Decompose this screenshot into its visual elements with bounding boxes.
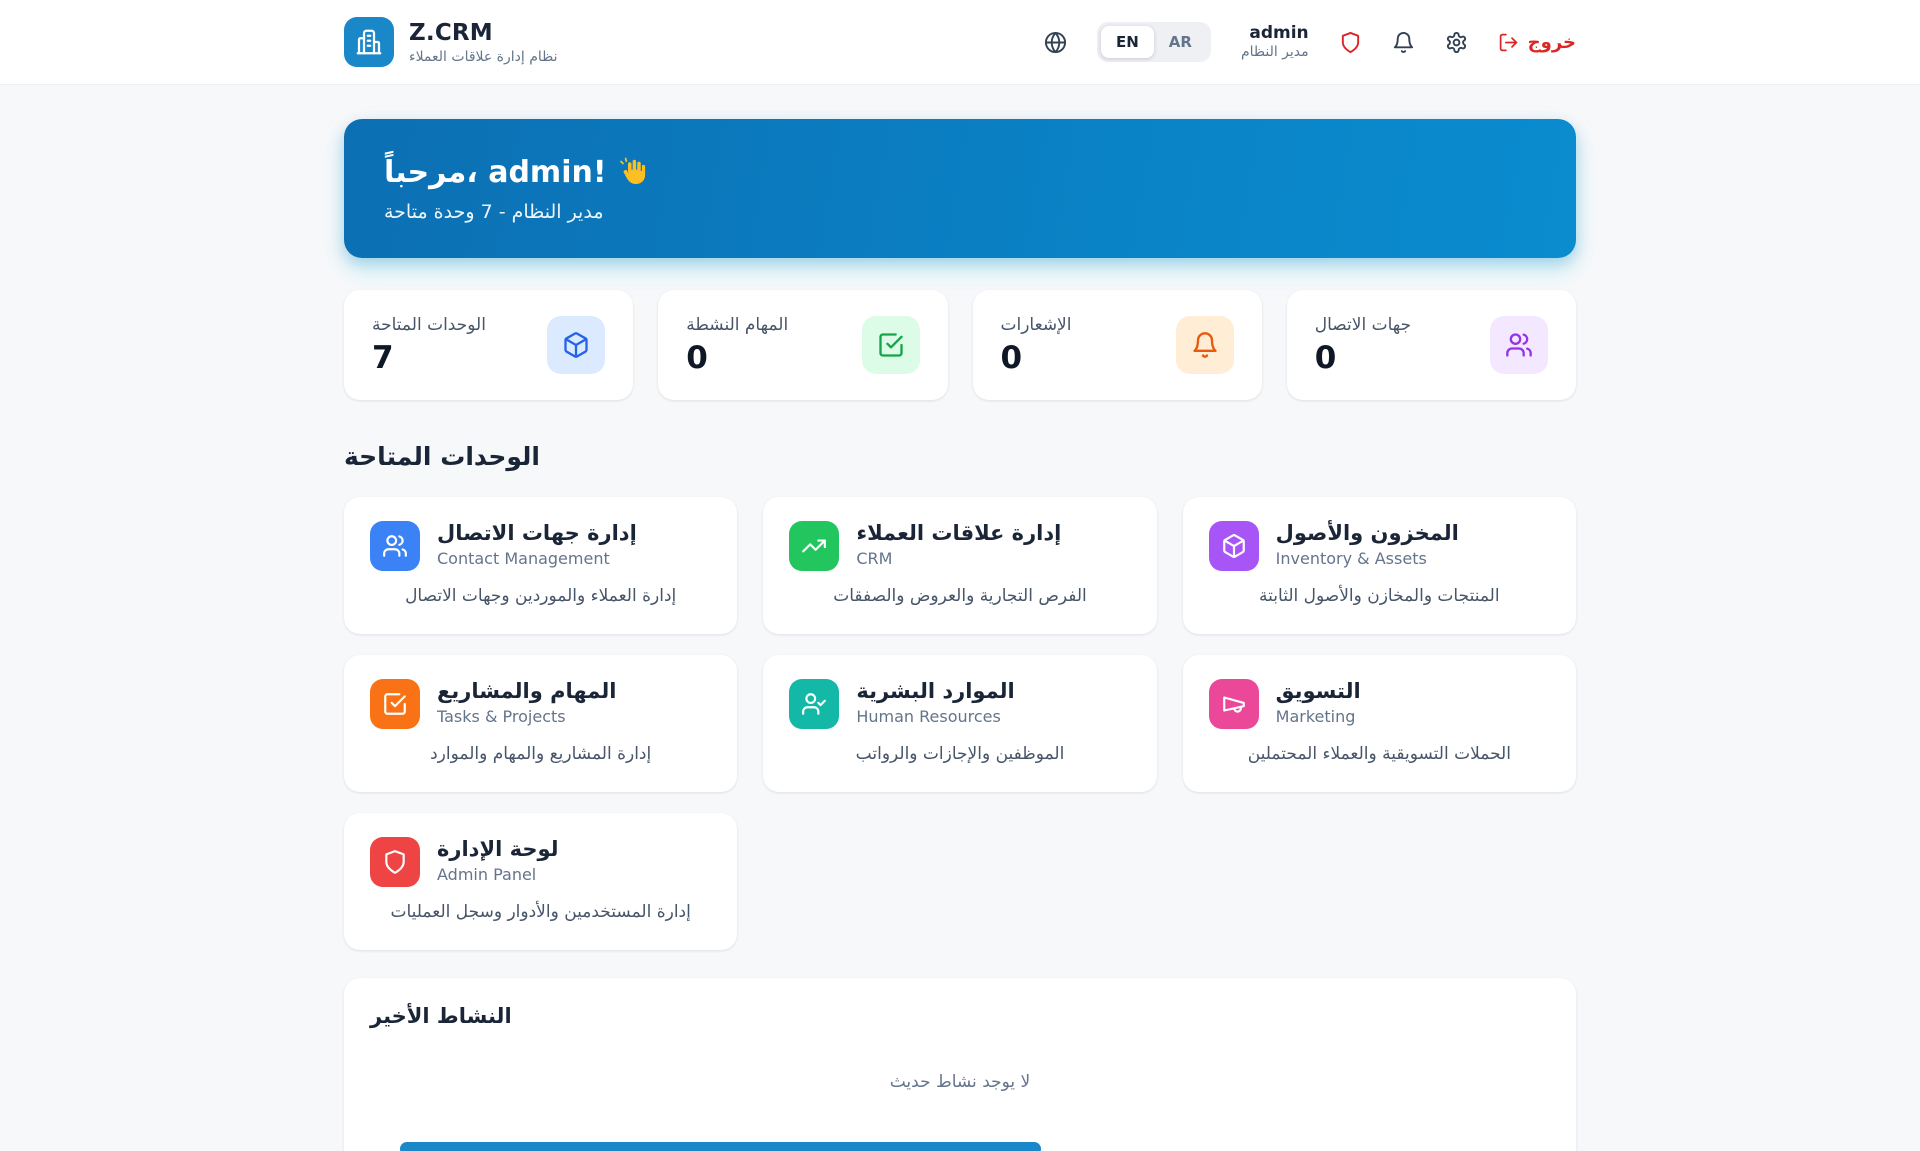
- package-icon: [547, 316, 605, 374]
- check-square-icon: [862, 316, 920, 374]
- modules-section-title: الوحدات المتاحة: [344, 442, 1576, 471]
- stat-card-notifications: الإشعارات 0: [973, 290, 1262, 400]
- stat-label: الإشعارات: [1001, 315, 1072, 335]
- stat-value: 0: [686, 340, 788, 376]
- logout-icon: [1498, 32, 1519, 53]
- module-title: إدارة علاقات العملاء: [856, 521, 1061, 545]
- module-description: الحملات التسويقية والعملاء المحتملين: [1209, 744, 1550, 764]
- module-title: التسويق: [1276, 679, 1361, 703]
- bell-icon: [1176, 316, 1234, 374]
- wave-emoji-icon: [619, 157, 649, 187]
- shield-icon[interactable]: [1339, 31, 1362, 54]
- lang-ar-button[interactable]: AR: [1154, 26, 1207, 58]
- activity-empty-message: لا يوجد نشاط حديث: [370, 1028, 1550, 1148]
- trending-up-icon: [789, 521, 839, 571]
- bell-icon[interactable]: [1392, 31, 1415, 54]
- module-description: إدارة المستخدمين والأدوار وسجل العمليات: [370, 902, 711, 922]
- check-square-icon: [370, 679, 420, 729]
- welcome-title: مرحباً، admin!: [384, 155, 607, 190]
- stat-label: المهام النشطة: [686, 315, 788, 335]
- module-card-contacts[interactable]: إدارة جهات الاتصال Contact Management إد…: [344, 497, 737, 634]
- logout-label: خروج: [1528, 32, 1576, 53]
- users-icon: [370, 521, 420, 571]
- module-subtitle: Marketing: [1276, 707, 1361, 726]
- building-icon: [344, 17, 394, 67]
- stat-card-tasks: المهام النشطة 0: [658, 290, 947, 400]
- activity-title: النشاط الأخير: [370, 1004, 1550, 1028]
- module-subtitle: CRM: [856, 549, 1061, 568]
- language-toggle: EN AR: [1097, 22, 1211, 62]
- globe-icon[interactable]: [1044, 31, 1067, 54]
- module-title: لوحة الإدارة: [437, 837, 559, 861]
- module-description: المنتجات والمخازن والأصول الثابتة: [1209, 586, 1550, 606]
- users-icon: [1490, 316, 1548, 374]
- stat-card-contacts: جهات الاتصال 0: [1287, 290, 1576, 400]
- module-subtitle: Tasks & Projects: [437, 707, 616, 726]
- modules-grid: إدارة جهات الاتصال Contact Management إد…: [344, 497, 1576, 950]
- module-description: الفرص التجارية والعروض والصفقات: [789, 586, 1130, 606]
- user-role: مدير النظام: [1241, 44, 1309, 62]
- module-card-inventory[interactable]: المخزون والأصول Inventory & Assets المنت…: [1183, 497, 1576, 634]
- app-subtitle: نظام إدارة علاقات العملاء: [409, 49, 558, 65]
- user-info: admin مدير النظام: [1241, 23, 1309, 62]
- module-title: المخزون والأصول: [1276, 521, 1459, 545]
- brand: Z.CRM نظام إدارة علاقات العملاء: [344, 17, 558, 67]
- user-check-icon: [789, 679, 839, 729]
- stat-value: 0: [1001, 340, 1072, 376]
- logout-button[interactable]: خروج: [1498, 32, 1576, 53]
- package-icon: [1209, 521, 1259, 571]
- app-header: Z.CRM نظام إدارة علاقات العملاء EN AR ad…: [0, 0, 1920, 85]
- stat-card-modules: الوحدات المتاحة 7: [344, 290, 633, 400]
- stats-row: الوحدات المتاحة 7 المهام النشطة 0: [344, 290, 1576, 400]
- stat-label: جهات الاتصال: [1315, 315, 1411, 335]
- settings-icon[interactable]: [1445, 31, 1468, 54]
- module-description: إدارة العملاء والموردين وجهات الاتصال: [370, 586, 711, 606]
- module-description: الموظفين والإجازات والرواتب: [789, 744, 1130, 764]
- lang-en-button[interactable]: EN: [1101, 26, 1154, 58]
- module-card-hr[interactable]: الموارد البشرية Human Resources الموظفين…: [763, 655, 1156, 792]
- module-subtitle: Contact Management: [437, 549, 637, 568]
- module-subtitle: Human Resources: [856, 707, 1014, 726]
- welcome-banner: مرحباً، admin! مدير النظام - 7 وحدة متاح…: [344, 119, 1576, 258]
- app-title: Z.CRM: [409, 20, 558, 46]
- module-description: إدارة المشاريع والمهام والموارد: [370, 744, 711, 764]
- module-card-marketing[interactable]: التسويق Marketing الحملات التسويقية والع…: [1183, 655, 1576, 792]
- module-card-crm[interactable]: إدارة علاقات العملاء CRM الفرص التجارية …: [763, 497, 1156, 634]
- module-card-tasks[interactable]: المهام والمشاريع Tasks & Projects إدارة …: [344, 655, 737, 792]
- module-title: المهام والمشاريع: [437, 679, 616, 703]
- stat-value: 7: [372, 340, 486, 376]
- module-card-admin[interactable]: لوحة الإدارة Admin Panel إدارة المستخدمي…: [344, 813, 737, 950]
- user-name: admin: [1241, 23, 1309, 44]
- welcome-subtitle: مدير النظام - 7 وحدة متاحة: [384, 201, 1536, 223]
- module-title: إدارة جهات الاتصال: [437, 521, 637, 545]
- shield-icon: [370, 837, 420, 887]
- megaphone-icon: [1209, 679, 1259, 729]
- module-subtitle: Inventory & Assets: [1276, 549, 1459, 568]
- partial-bottom-banner: [400, 1142, 1041, 1151]
- module-subtitle: Admin Panel: [437, 865, 559, 884]
- stat-value: 0: [1315, 340, 1411, 376]
- module-title: الموارد البشرية: [856, 679, 1014, 703]
- stat-label: الوحدات المتاحة: [372, 315, 486, 335]
- recent-activity-card: النشاط الأخير لا يوجد نشاط حديث: [344, 978, 1576, 1151]
